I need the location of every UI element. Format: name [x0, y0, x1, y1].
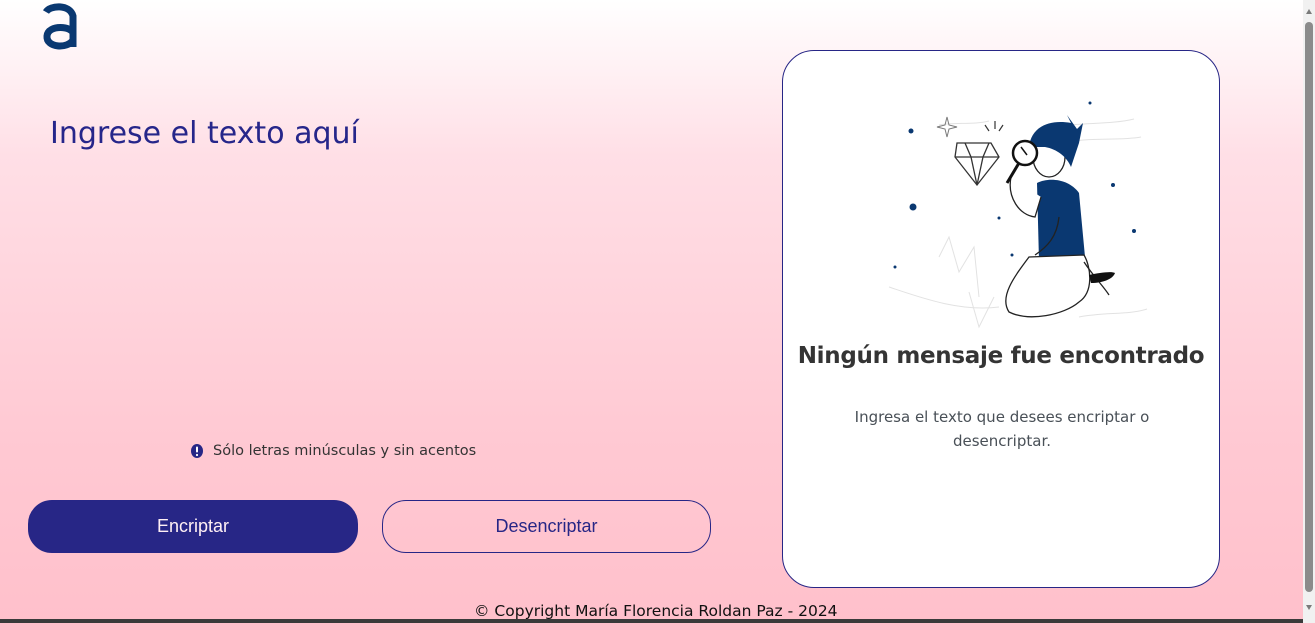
input-hint: Sólo letras minúsculas y sin acentos: [190, 443, 476, 459]
scroll-up-arrow-icon[interactable]: [1306, 9, 1312, 14]
person-with-magnifier-illustration: [888, 101, 1148, 329]
scroll-down-arrow-icon[interactable]: [1306, 605, 1312, 610]
decrypt-button[interactable]: Desencriptar: [382, 500, 711, 553]
message-input[interactable]: [48, 110, 732, 410]
hint-text: Sólo letras minúsculas y sin acentos: [213, 443, 477, 459]
window-bottom-edge: [0, 619, 1315, 623]
page: Sólo letras minúsculas y sin acentos Enc…: [0, 0, 1303, 623]
footer-copyright: © Copyright María Florencia Roldan Paz -…: [474, 602, 838, 620]
output-card: Ningún mensaje fue encontrado Ingresa el…: [782, 50, 1220, 588]
alura-logo-icon[interactable]: [40, 2, 80, 50]
encrypt-button[interactable]: Encriptar: [28, 500, 358, 553]
empty-state-title: Ningún mensaje fue encontrado: [797, 343, 1205, 369]
scrollbar-thumb[interactable]: [1305, 22, 1313, 592]
exclamation-circle-icon: [191, 444, 203, 458]
empty-state-text: Ingresa el texto que desees encriptar o …: [854, 408, 1150, 450]
vertical-scrollbar[interactable]: [1303, 0, 1315, 623]
